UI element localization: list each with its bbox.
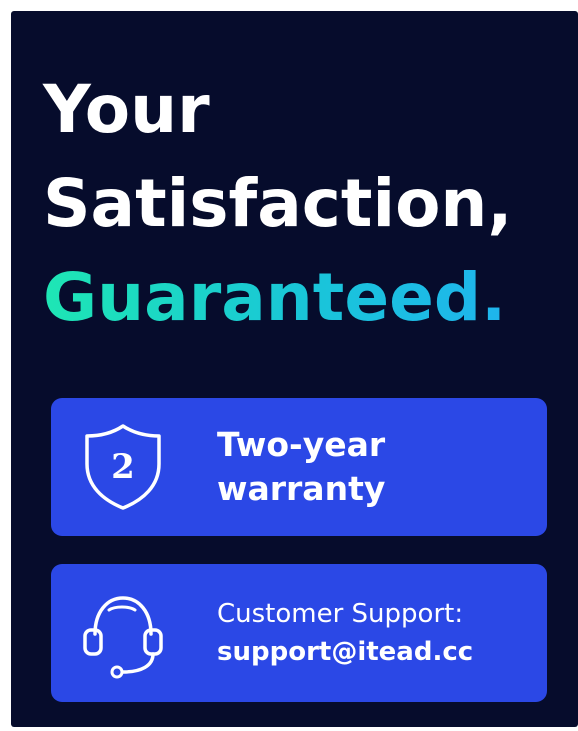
support-email[interactable]: support@itead.cc [217, 633, 473, 671]
headline-line-3: Guaranteed. [43, 251, 512, 345]
headset-icon [83, 596, 163, 679]
warranty-text: Two-year warranty [217, 398, 385, 536]
support-label: Customer Support: [217, 599, 464, 629]
promo-panel: Your Satisfaction, Guaranteed. 2 Two-yea… [11, 11, 578, 727]
warranty-line-1: Two-year [217, 425, 386, 464]
shield-icon: 2 [85, 424, 161, 510]
warranty-line-2: warranty [217, 469, 386, 508]
warranty-card: 2 Two-year warranty [51, 398, 547, 536]
headline-line-1: Your [43, 71, 210, 148]
support-card: Customer Support: support@itead.cc [51, 564, 547, 702]
headline: Your Satisfaction, Guaranteed. [43, 63, 512, 345]
headline-line-2: Satisfaction, [43, 165, 513, 242]
shield-badge-number: 2 [111, 447, 135, 487]
support-text: Customer Support: support@itead.cc [217, 564, 473, 702]
